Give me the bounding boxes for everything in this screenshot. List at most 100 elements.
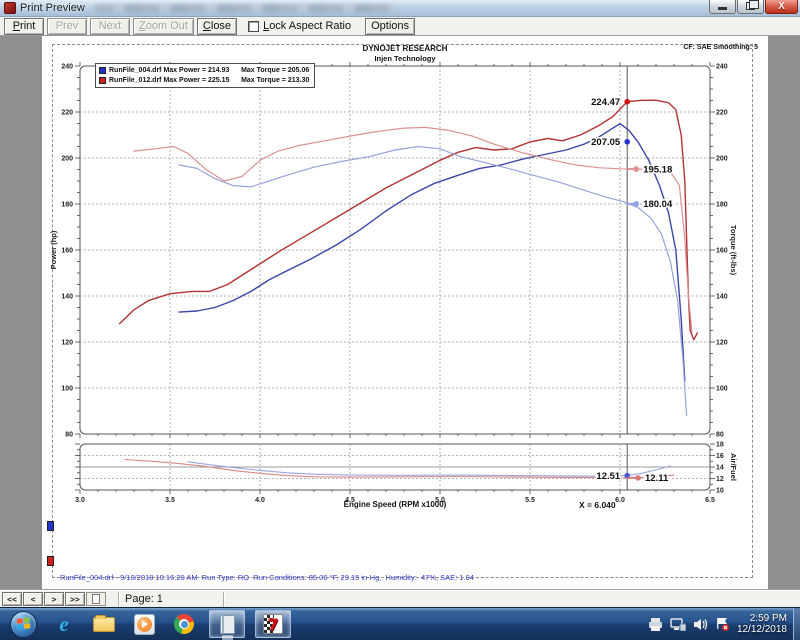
dyno-chart-svg: 80 80 100 100 120 120 140 140 160 160 180 180 200 200… <box>42 36 768 516</box>
page-setup-button[interactable] <box>86 592 106 606</box>
legend-text-baseline: RunFile_004.drf Max Power = 214.93 Max T… <box>109 67 309 74</box>
svg-text:Power (hp): Power (hp) <box>49 230 58 269</box>
svg-text:100: 100 <box>61 386 73 393</box>
svg-text:224.47: 224.47 <box>591 97 620 108</box>
prev-button[interactable]: Prev <box>47 18 87 35</box>
options-button[interactable]: Options <box>365 18 415 35</box>
svg-text:14: 14 <box>716 465 724 472</box>
preview-area: DYNOJET RESEARCH Injen Technology CF: SA… <box>0 36 800 590</box>
svg-text:16: 16 <box>716 453 724 460</box>
svg-text:240: 240 <box>716 64 728 71</box>
taskbar-item-calculator[interactable] <box>209 610 245 638</box>
svg-text:220: 220 <box>61 110 73 117</box>
maximize-button[interactable] <box>737 0 764 14</box>
window-title: Print Preview <box>20 2 85 14</box>
winpep7-icon: 7 <box>263 614 283 634</box>
action-center-tray-icon[interactable] <box>715 617 730 631</box>
page-number-label: Page: 1 <box>125 593 163 605</box>
svg-text:80: 80 <box>716 432 724 439</box>
internet-explorer-icon: e <box>59 612 68 637</box>
next-page-button[interactable]: > <box>44 592 64 606</box>
svg-text:200: 200 <box>61 156 73 163</box>
svg-text:Torque (ft-lbs): Torque (ft-lbs) <box>729 225 738 276</box>
chrome-icon <box>174 614 194 634</box>
cursor-x-readout: X = 6.040 <box>579 500 616 510</box>
legend-row-baseline: RunFile_004.drf Max Power = 214.93 Max T… <box>99 65 309 75</box>
page-icon <box>92 594 100 604</box>
svg-text:207.05: 207.05 <box>591 137 621 148</box>
svg-text:80: 80 <box>65 432 73 439</box>
taskbar-item-media-player[interactable] <box>129 610 159 638</box>
svg-text:240: 240 <box>61 64 73 71</box>
redacted-filename <box>95 4 395 13</box>
svg-text:Air/Fuel: Air/Fuel <box>729 453 738 481</box>
clock-date: 12/12/2018 <box>737 624 787 636</box>
svg-text:140: 140 <box>61 294 73 301</box>
close-preview-button[interactable]: Close <box>197 18 237 35</box>
folder-icon <box>93 617 115 632</box>
legend-swatch-blue <box>99 67 106 74</box>
zoom-out-button[interactable]: Zoom Out <box>133 18 194 35</box>
prev-page-button[interactable]: < <box>23 592 43 606</box>
close-button[interactable]: X <box>765 0 798 14</box>
svg-text:12: 12 <box>716 476 724 483</box>
print-preview-window: Print Preview X Print Prev Next Zoom Out… <box>0 0 800 640</box>
first-page-button[interactable]: << <box>2 592 22 606</box>
print-button[interactable]: Print <box>4 18 44 35</box>
restore-icon <box>746 2 755 10</box>
lock-aspect-ratio-label: Lock Aspect Ratio <box>263 20 351 32</box>
taskbar-item-file-explorer[interactable] <box>89 610 119 638</box>
legend-text-evo: RunFile_012.drf Max Power = 225.15 Max T… <box>109 77 309 84</box>
svg-text:140: 140 <box>716 294 728 301</box>
taskbar-item-chrome[interactable] <box>169 610 199 638</box>
caption-buttons: X <box>709 0 798 17</box>
svg-text:200: 200 <box>716 156 728 163</box>
start-button[interactable] <box>10 611 37 638</box>
svg-text:160: 160 <box>61 248 73 255</box>
statusbar: << < > >> Page: 1 <box>0 590 800 607</box>
svg-text:10: 10 <box>716 488 724 495</box>
network-tray-icon[interactable] <box>670 618 686 631</box>
svg-text:120: 120 <box>716 340 728 347</box>
svg-text:12.11: 12.11 <box>645 473 669 484</box>
volume-tray-icon[interactable] <box>693 618 708 631</box>
svg-text:180: 180 <box>61 202 73 209</box>
statusbar-separator <box>223 592 224 607</box>
run-swatch-baseline <box>47 521 54 531</box>
lock-aspect-ratio-checkbox[interactable] <box>248 21 259 32</box>
printer-tray-icon[interactable] <box>648 618 663 631</box>
clock-time: 2:59 PM <box>737 613 787 625</box>
svg-text:12.51: 12.51 <box>596 471 620 482</box>
taskbar: e 7 <box>0 607 800 640</box>
titlebar: Print Preview X <box>0 0 800 17</box>
chart-legend: RunFile_004.drf Max Power = 214.93 Max T… <box>95 63 315 88</box>
svg-text:18: 18 <box>716 442 724 449</box>
taskbar-clock[interactable]: 2:59 PM 12/12/2018 <box>737 613 787 636</box>
svg-text:180.04: 180.04 <box>643 199 673 210</box>
svg-text:160: 160 <box>716 248 728 255</box>
svg-text:180: 180 <box>716 202 728 209</box>
show-desktop-button[interactable] <box>793 608 800 640</box>
taskbar-item-internet-explorer[interactable]: e <box>49 610 79 638</box>
close-icon: X <box>778 1 785 12</box>
svg-text:220: 220 <box>716 110 728 117</box>
print-page: DYNOJET RESEARCH Injen Technology CF: SA… <box>42 36 768 590</box>
svg-text:100: 100 <box>716 386 728 393</box>
run-swatch-evo2200 <box>47 556 54 566</box>
system-tray: 2:59 PM 12/12/2018 <box>648 608 800 640</box>
statusbar-separator <box>118 592 119 607</box>
taskbar-item-winpep7[interactable]: 7 <box>255 610 291 638</box>
next-button[interactable]: Next <box>90 18 130 35</box>
media-player-icon <box>134 614 155 635</box>
minimize-icon <box>718 7 727 10</box>
app-icon <box>4 2 16 14</box>
svg-text:195.18: 195.18 <box>643 164 672 175</box>
toolbar: Print Prev Next Zoom Out Close Lock Aspe… <box>0 17 800 36</box>
legend-swatch-red <box>99 77 106 84</box>
svg-text:120: 120 <box>61 340 73 347</box>
windows-logo-icon <box>17 617 31 631</box>
lock-aspect-ratio-control: Lock Aspect Ratio <box>248 20 351 32</box>
last-page-button[interactable]: >> <box>65 592 85 606</box>
minimize-button[interactable] <box>709 0 736 14</box>
legend-row-evo: RunFile_012.drf Max Power = 225.15 Max T… <box>99 75 309 85</box>
